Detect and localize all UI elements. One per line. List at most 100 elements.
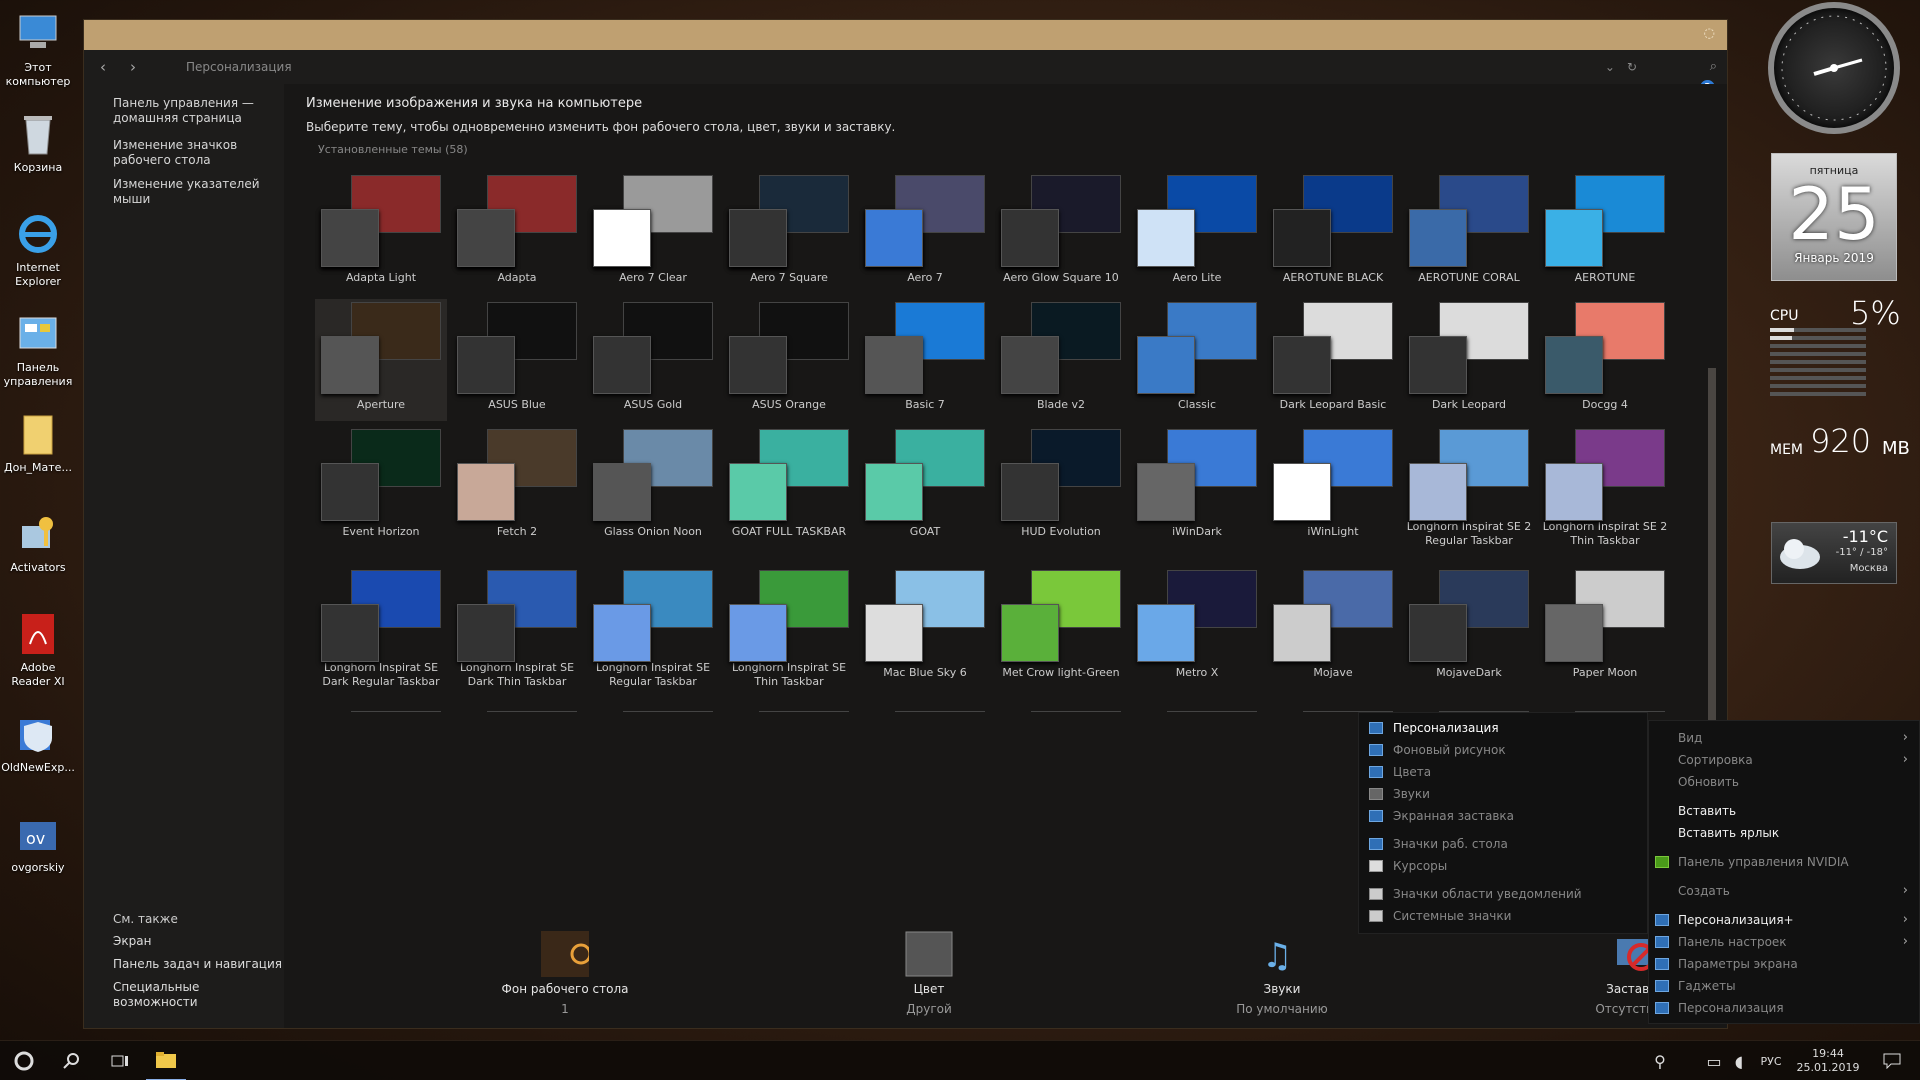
theme-item[interactable]: AEROTUNE [1539, 172, 1671, 294]
cpu-meter-gadget[interactable]: CPU 5% MEM 920 MB [1768, 294, 1910, 474]
sidebar-link-mouse-pointers[interactable]: Изменение указателей мыши [113, 177, 283, 207]
sounds-setting[interactable]: ♫ Звуки По умолчанию [1187, 930, 1377, 1016]
theme-item[interactable]: Glass Onion Noon [587, 426, 719, 548]
scrollbar-thumb[interactable] [1708, 368, 1716, 748]
theme-item[interactable]: Dark Leopard [1403, 299, 1535, 421]
sidebar-link-control-panel-home[interactable]: Панель управления — домашняя страница [113, 96, 283, 126]
desktop-icon-oldnewexplorer[interactable]: OldNewExp... [0, 706, 76, 806]
desktop-icon-internet-explorer[interactable]: Internet Explorer [0, 206, 76, 306]
theme-item[interactable]: iWinDark [1131, 426, 1263, 548]
theme-item[interactable] [995, 172, 1127, 294]
theme-item[interactable]: Aero Lite [1131, 172, 1263, 294]
see-also-link-accessibility[interactable]: Специальные возможности [113, 980, 284, 1010]
menu-item-nvidia[interactable]: Панель управления NVIDIA [1655, 855, 1908, 869]
theme-item[interactable]: Longhorn Inspirat SE 2 Thin Taskbar [1539, 426, 1671, 548]
menu-item-personalization[interactable]: Персонализация [1359, 717, 1647, 739]
theme-item[interactable] [587, 172, 719, 294]
theme-item[interactable] [451, 172, 583, 294]
see-also-link-taskbar[interactable]: Панель задач и навигация [113, 957, 284, 972]
theme-item[interactable]: Papyros [859, 708, 991, 712]
clock-gadget[interactable] [1768, 2, 1900, 134]
menu-item-notification-icons[interactable]: Значки области уведомлений [1359, 883, 1647, 905]
theme-item[interactable]: Longhorn Inspirat SE Regular Taskbar [587, 567, 719, 689]
theme-item[interactable]: Mac Blue Sky 6 [859, 567, 991, 689]
theme-item[interactable] [859, 172, 991, 294]
theme-item[interactable] [315, 172, 447, 294]
theme-item[interactable]: Placebo Black Market [995, 708, 1127, 712]
theme-item[interactable]: Basic 7 [859, 299, 991, 421]
desktop-icon-adobe-reader[interactable]: Adobe Reader XI [0, 606, 76, 706]
theme-item[interactable]: Papyros Yellow [723, 708, 855, 712]
task-view-icon[interactable] [100, 1041, 140, 1080]
theme-item[interactable]: Docgg 4 [1539, 299, 1671, 421]
title-bar[interactable]: ◌ [84, 20, 1727, 50]
theme-item[interactable]: Event Horizon [315, 426, 447, 548]
lock-icon[interactable]: ◌ [1704, 26, 1715, 41]
sidebar-link-desktop-icons[interactable]: Изменение значков рабочего стола [113, 138, 283, 168]
menu-item-personalization-plus[interactable]: Персонализация+ › [1655, 912, 1908, 927]
menu-item-display-settings[interactable]: Параметры экрана [1655, 957, 1908, 971]
back-arrow-icon[interactable]: ‹ [92, 58, 114, 76]
theme-item[interactable]: Mojave [1267, 567, 1399, 689]
menu-item-create[interactable]: Создать › [1678, 883, 1908, 898]
theme-item[interactable]: AEROTUNE BLACK [1267, 172, 1399, 294]
menu-item-colors[interactable]: Цвета [1359, 761, 1647, 783]
theme-item[interactable]: MojaveDark [1403, 567, 1535, 689]
theme-item[interactable]: ASUS Orange [723, 299, 855, 421]
theme-item[interactable]: Longhorn Inspirat SE Dark Regular Taskba… [315, 567, 447, 689]
desktop-icon-folder[interactable]: Дон_Мате... [0, 406, 76, 506]
desktop-icon-activators[interactable]: Activators [0, 506, 76, 606]
desktop-icon-recycle-bin[interactable]: Корзина [0, 106, 76, 206]
theme-item[interactable]: Paper Moon [1539, 567, 1671, 689]
menu-item-paste-shortcut[interactable]: Вставить ярлык [1678, 826, 1908, 840]
theme-item[interactable]: Dark Leopard Basic [1267, 299, 1399, 421]
see-also-link-display[interactable]: Экран [113, 934, 284, 949]
menu-item-view[interactable]: Вид › [1678, 730, 1908, 745]
theme-item[interactable]: AEROTUNE CORAL [1403, 172, 1535, 294]
menu-item-system-icons[interactable]: Системные значки [1359, 905, 1647, 927]
theme-item[interactable]: Papyros Red [587, 708, 719, 712]
menu-item-desktop-icons[interactable]: Значки раб. стола [1359, 833, 1647, 855]
theme-item[interactable]: ASUS Gold [587, 299, 719, 421]
chevron-down-icon[interactable]: ⌄ [1605, 60, 1615, 74]
desktop-icon-control-panel[interactable]: Панель управления [0, 306, 76, 406]
scrollbar[interactable] [1707, 168, 1717, 748]
refresh-icon[interactable]: ↻ [1627, 60, 1637, 74]
notifications-icon[interactable] [1876, 1041, 1908, 1080]
search-icon[interactable]: ⌕ [1710, 59, 1717, 74]
tray-clock[interactable]: 19:44 25.01.2019 [1792, 1041, 1864, 1080]
theme-item[interactable]: Papyros Green [451, 708, 583, 712]
calendar-gadget[interactable]: пятница 25 Январь 2019 [1771, 153, 1897, 281]
menu-item-screensaver[interactable]: Экранная заставка [1359, 805, 1647, 827]
menu-item-cursors[interactable]: Курсоры [1359, 855, 1647, 877]
theme-item[interactable]: Met Crow light-Green [995, 567, 1127, 689]
theme-item[interactable]: Classic [1131, 299, 1263, 421]
theme-item[interactable]: Aperture [315, 299, 447, 421]
menu-item-wallpaper[interactable]: Фоновый рисунок [1359, 739, 1647, 761]
menu-item-refresh[interactable]: Обновить [1678, 775, 1908, 789]
theme-item[interactable] [723, 172, 855, 294]
theme-item[interactable]: Longhorn Inspirat SE 2 Regular Taskbar [1403, 426, 1535, 548]
search-icon[interactable] [52, 1041, 92, 1080]
theme-item[interactable]: Longhorn Inspirat SE Dark Thin Taskbar [451, 567, 583, 689]
theme-item[interactable]: Metro X [1131, 567, 1263, 689]
menu-item-paste[interactable]: Вставить [1678, 804, 1908, 818]
theme-item[interactable]: Placebo Pure Morning [1131, 708, 1263, 712]
volume-icon[interactable]: ◖ [1728, 1041, 1750, 1080]
breadcrumb[interactable]: Персонализация [186, 60, 292, 74]
theme-item[interactable]: GOAT FULL TASKBAR [723, 426, 855, 548]
menu-item-personalization[interactable]: Персонализация [1655, 1001, 1908, 1015]
theme-item[interactable]: Fetch 2 [451, 426, 583, 548]
theme-item[interactable]: HUD Evolution [995, 426, 1127, 548]
forward-arrow-icon[interactable]: › [122, 58, 144, 76]
start-button[interactable] [4, 1041, 44, 1080]
weather-gadget[interactable]: -11°C -11° / -18° Москва [1771, 522, 1897, 584]
people-icon[interactable]: ⚲ [1645, 1041, 1675, 1080]
file-explorer-icon[interactable] [146, 1041, 186, 1080]
theme-item[interactable]: iWinLight [1267, 426, 1399, 548]
menu-item-sort[interactable]: Сортировка › [1678, 752, 1908, 767]
wallpaper-setting[interactable]: Фон рабочего стола 1 [470, 930, 660, 1016]
theme-item[interactable]: GOAT [859, 426, 991, 548]
desktop-icon-ovgorskiy[interactable]: ov ovgorskiy [0, 806, 76, 906]
theme-item[interactable]: ASUS Blue [451, 299, 583, 421]
